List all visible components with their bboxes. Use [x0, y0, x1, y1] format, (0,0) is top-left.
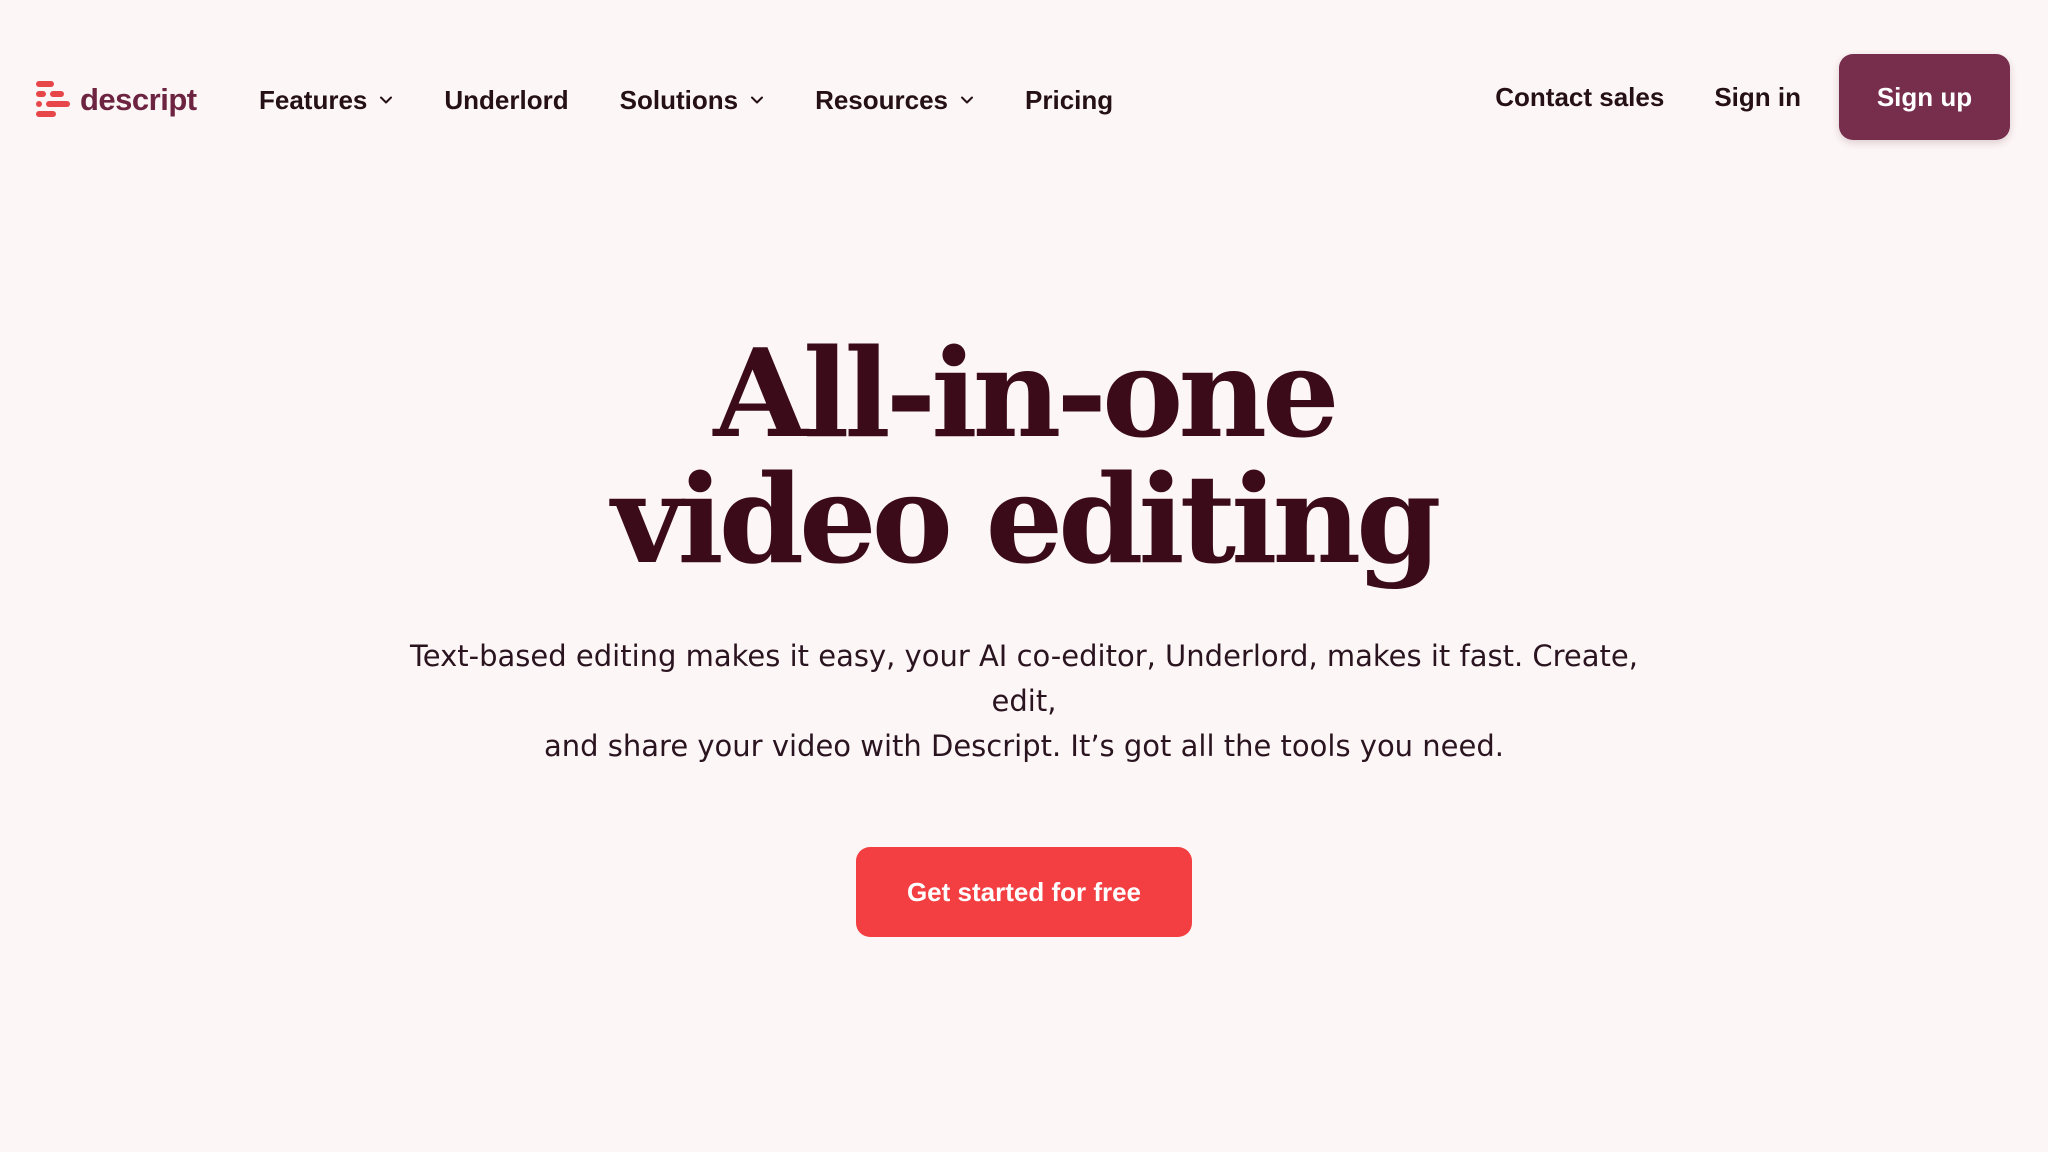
nav-item-label: Underlord: [444, 84, 569, 115]
descript-logo-link[interactable]: descript: [36, 76, 197, 124]
contact-sales-link[interactable]: Contact sales: [1495, 82, 1664, 113]
chevron-down-icon: [751, 96, 764, 104]
nav-item-label: Features: [259, 84, 368, 115]
top-navigation: descript Features Underlord Solutions Re…: [0, 0, 2048, 196]
nav-item-pricing[interactable]: Pricing: [1025, 85, 1113, 116]
get-started-button[interactable]: Get started for free: [856, 847, 1192, 937]
sign-in-link[interactable]: Sign in: [1714, 82, 1801, 113]
nav-item-label: Pricing: [1025, 84, 1114, 115]
hero-subtitle: Text-based editing makes it easy, your A…: [404, 634, 1644, 769]
nav-item-features[interactable]: Features: [259, 85, 393, 116]
hero-subtitle-line-2: and share your video with Descript. It’s…: [544, 729, 1504, 763]
hero-title-line-2: video editing: [611, 447, 1442, 591]
nav-item-underlord[interactable]: Underlord: [444, 85, 568, 116]
nav-item-label: Resources: [815, 84, 949, 115]
sign-up-button[interactable]: Sign up: [1839, 54, 2010, 140]
chevron-down-icon: [380, 96, 393, 104]
account-actions: Contact sales Sign in Sign up: [1495, 54, 2010, 140]
chevron-down-icon: [961, 96, 974, 104]
hero-subtitle-line-1: Text-based editing makes it easy, your A…: [410, 639, 1638, 718]
nav-item-solutions[interactable]: Solutions: [620, 85, 764, 116]
hero-section: All-in-one video editing Text-based edit…: [0, 330, 2048, 937]
descript-logo-icon: [36, 81, 70, 117]
nav-item-label: Solutions: [619, 84, 739, 115]
primary-nav: Features Underlord Solutions Resources P…: [259, 76, 1164, 124]
hero-title: All-in-one video editing: [0, 330, 2048, 582]
hero-title-line-1: All-in-one: [713, 321, 1339, 465]
nav-item-resources[interactable]: Resources: [815, 85, 974, 116]
brand-name: descript: [80, 82, 197, 117]
